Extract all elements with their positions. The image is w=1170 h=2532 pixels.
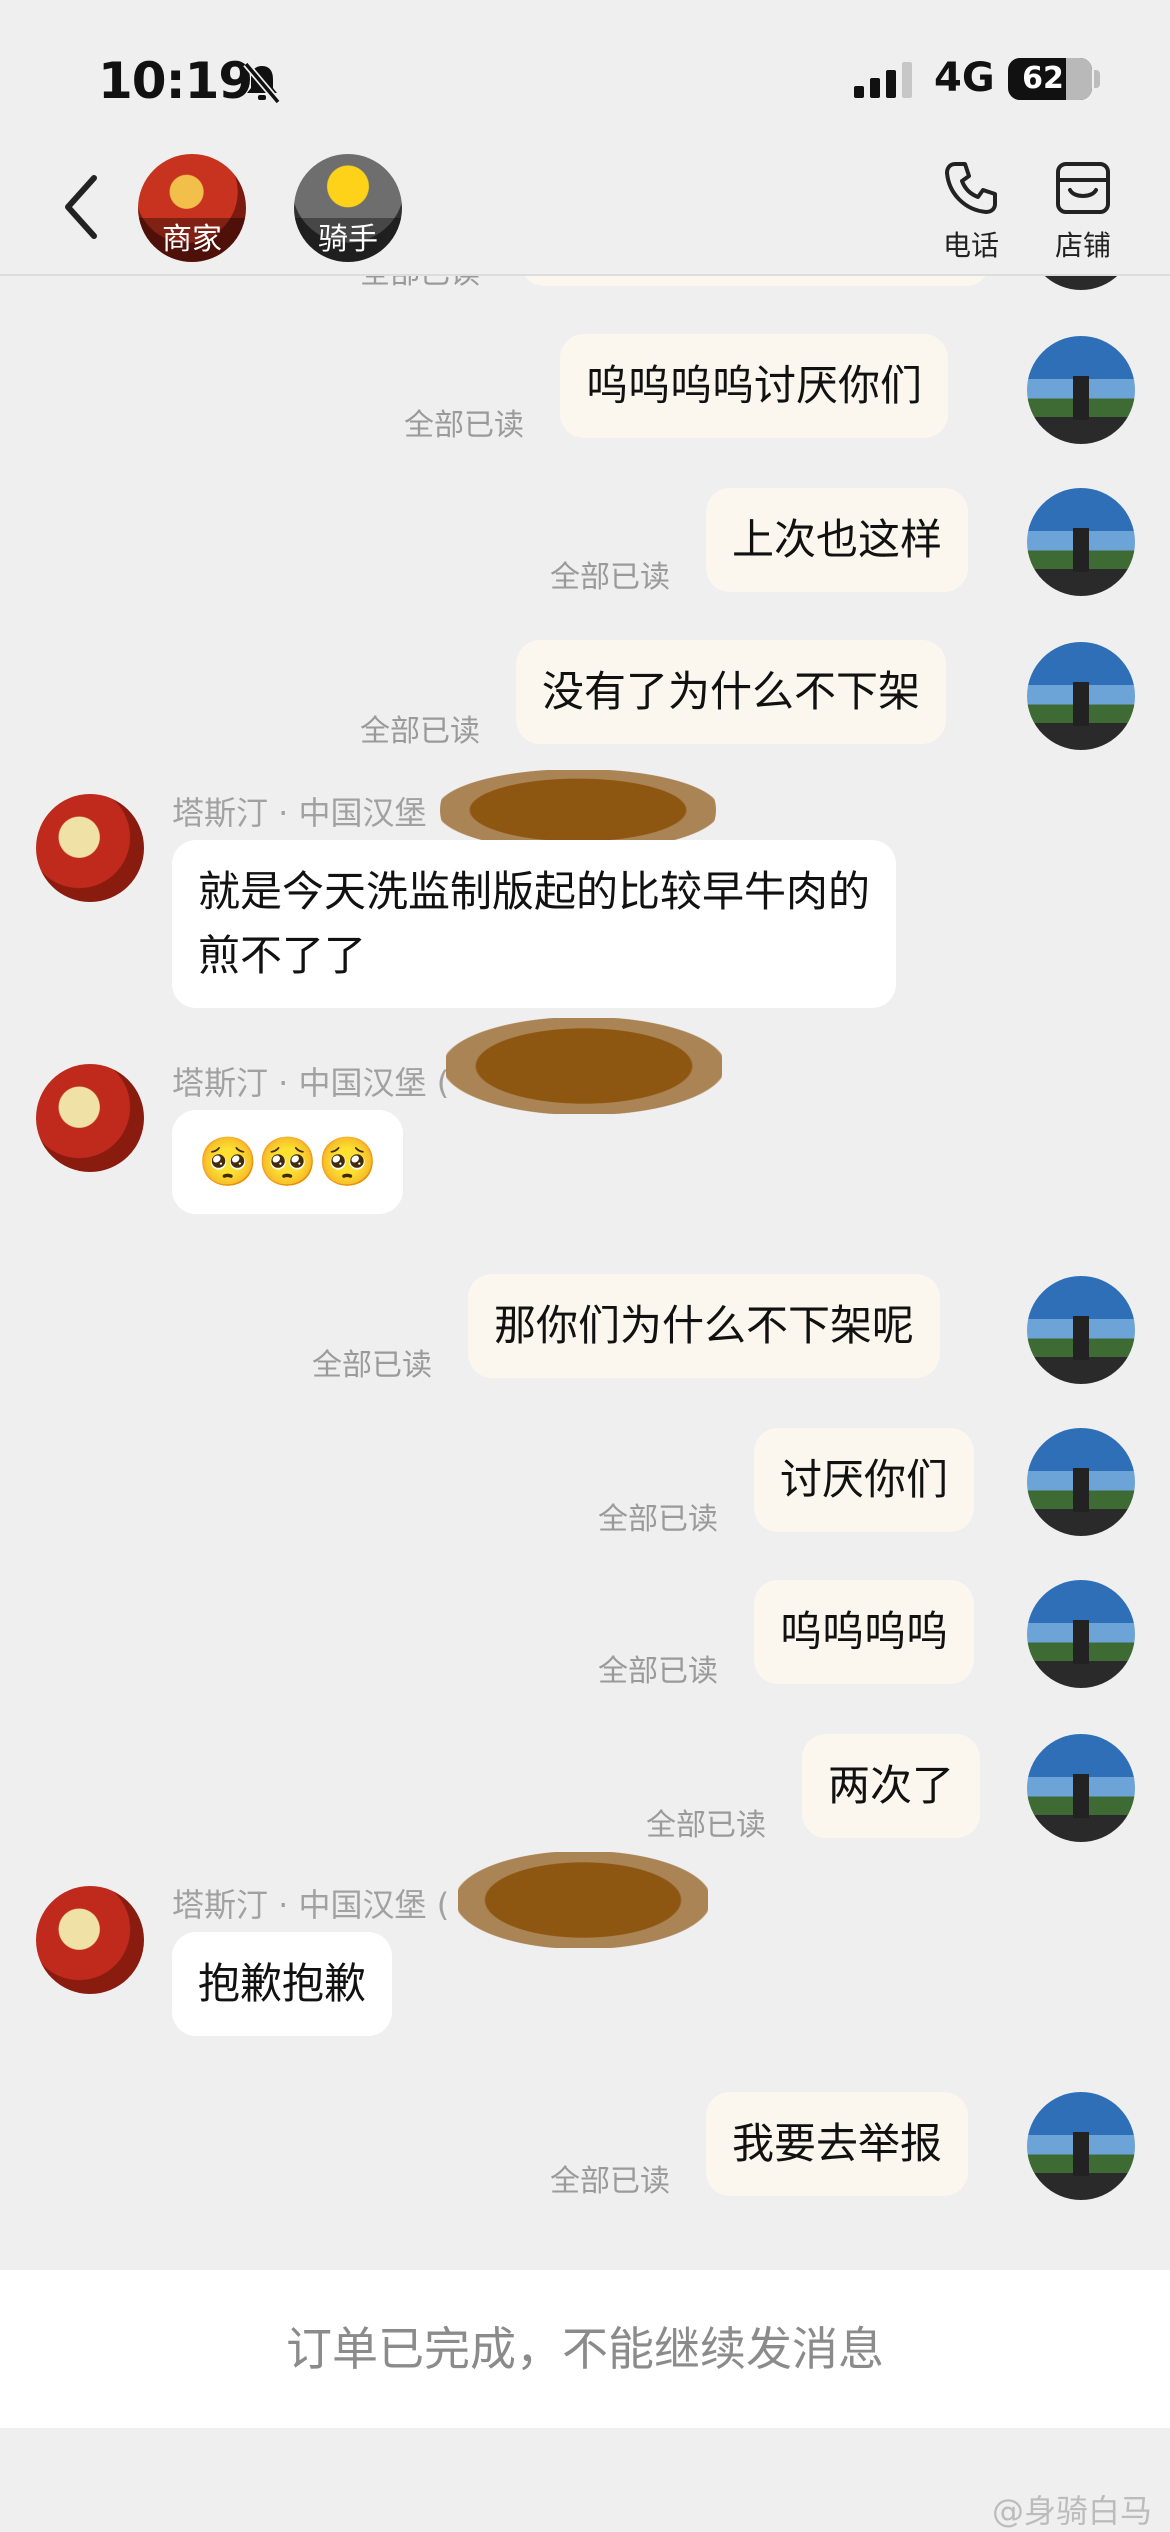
message-bubble[interactable]: 讨厌你们	[754, 1428, 975, 1532]
user-avatar[interactable]	[1027, 336, 1135, 444]
message-line: 就是今天洗监制版起的比较早牛肉的	[198, 867, 871, 916]
message-line: 煎不了了	[198, 931, 367, 980]
status-time: 10:19	[98, 52, 253, 110]
signal-icon	[854, 62, 912, 98]
read-status: 全部已读	[646, 1808, 766, 1843]
message-bubble[interactable]: 我要去举报	[706, 2092, 969, 2196]
message-bubble[interactable]: 那你们为什么不下架呢	[468, 1274, 941, 1378]
read-status: 全部已读	[598, 1502, 718, 1537]
message-bubble[interactable]: 🥺🥺🥺	[172, 1110, 404, 1214]
shop-button[interactable]: 店铺	[1038, 158, 1128, 264]
user-avatar[interactable]	[1027, 1580, 1135, 1688]
message-bubble[interactable]: 呜呜呜呜讨厌你们	[560, 334, 949, 438]
merchant-avatar[interactable]	[36, 1886, 144, 1994]
merchant-avatar[interactable]	[36, 1064, 144, 1172]
user-avatar[interactable]	[1027, 488, 1135, 596]
merchant-avatar[interactable]	[36, 794, 144, 902]
phone-label: 电话	[942, 229, 999, 262]
read-status: 全部已读	[550, 560, 670, 595]
network-type: 4G	[934, 55, 995, 101]
rider-avatar[interactable]: 骑手	[294, 154, 402, 262]
read-status: 全部已读	[360, 714, 480, 749]
message-bubble[interactable]: 就是今天洗监制版起的比较早牛肉的 煎不了了	[172, 840, 897, 1008]
message-bubble[interactable]: 上次也这样	[706, 488, 969, 592]
user-avatar[interactable]	[1027, 1276, 1135, 1384]
shop-label: 店铺	[1054, 229, 1111, 262]
message-bubble[interactable]: 没有了为什么不下架	[516, 640, 947, 744]
read-status: 全部已读	[404, 408, 524, 443]
bell-muted-icon	[243, 61, 281, 104]
merchant-avatar[interactable]: 商家	[138, 154, 246, 262]
phone-button[interactable]: 电话	[926, 158, 1016, 264]
rider-label: 骑手	[294, 218, 402, 262]
user-avatar[interactable]	[1027, 1734, 1135, 1842]
battery-indicator: 62	[1008, 58, 1092, 100]
sender-name: 塔斯汀 · 中国汉堡 (	[172, 1064, 450, 1102]
redaction-scribble	[458, 1852, 708, 1948]
message-bubble[interactable]: 两次了	[802, 1734, 981, 1838]
redaction-scribble	[440, 770, 716, 850]
read-status: 全部已读	[550, 2164, 670, 2199]
user-avatar[interactable]	[1027, 1428, 1135, 1536]
order-completed-notice: 订单已完成，不能继续发消息	[286, 2322, 884, 2376]
user-avatar[interactable]	[1027, 642, 1135, 750]
merchant-label: 商家	[138, 218, 246, 262]
message-bubble[interactable]: 抱歉抱歉	[172, 1932, 393, 2036]
watermark: @身骑白马	[991, 2492, 1152, 2530]
read-status: 全部已读	[598, 1654, 718, 1689]
read-status: 全部已读	[312, 1348, 432, 1383]
back-arrow-icon[interactable]	[58, 172, 106, 242]
sender-name: 塔斯汀 · 中国汉堡 (	[172, 1886, 450, 1924]
message-bubble[interactable]: 呜呜呜呜	[754, 1580, 975, 1684]
phone-icon	[945, 162, 997, 214]
redaction-scribble	[446, 1018, 722, 1114]
user-avatar[interactable]	[1027, 2092, 1135, 2200]
shop-icon	[1056, 162, 1110, 214]
sender-name: 塔斯汀 · 中国汉堡	[172, 794, 427, 832]
